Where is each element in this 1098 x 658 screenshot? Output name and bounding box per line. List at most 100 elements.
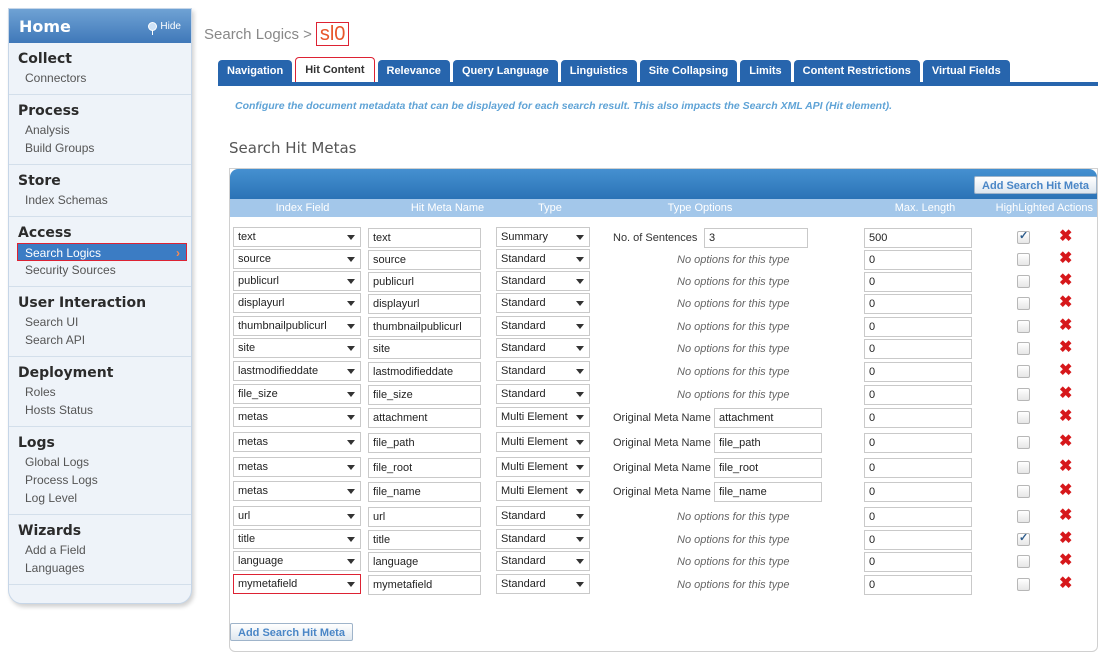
index-field-select[interactable]: file_size (233, 384, 361, 404)
delete-icon[interactable]: ✖ (1059, 433, 1072, 451)
sidebar-item-security-sources[interactable]: Security Sources (9, 261, 191, 279)
hit-meta-name-input[interactable]: site (368, 339, 481, 359)
max-length-input[interactable]: 0 (864, 408, 972, 428)
sidebar-item-search-ui[interactable]: Search UI (9, 313, 191, 331)
type-select[interactable]: Multi Element (496, 481, 590, 501)
index-field-select[interactable]: metas (233, 481, 361, 501)
index-field-select[interactable]: language (233, 551, 361, 571)
max-length-input[interactable]: 0 (864, 362, 972, 382)
delete-icon[interactable]: ✖ (1059, 575, 1072, 593)
sidebar-item-languages[interactable]: Languages (9, 559, 191, 577)
index-field-select[interactable]: mymetafield (233, 574, 361, 594)
type-select[interactable]: Standard (496, 361, 590, 381)
sidebar-item-build-groups[interactable]: Build Groups (9, 139, 191, 157)
highlighted-checkbox[interactable] (1017, 485, 1030, 498)
type-select[interactable]: Standard (496, 506, 590, 526)
sidebar-item-log-level[interactable]: Log Level (9, 489, 191, 507)
highlighted-checkbox[interactable] (1017, 253, 1030, 266)
type-select[interactable]: Standard (496, 249, 590, 269)
max-length-input[interactable]: 0 (864, 507, 972, 527)
delete-icon[interactable]: ✖ (1059, 272, 1072, 290)
highlighted-checkbox[interactable] (1017, 275, 1030, 288)
highlighted-checkbox[interactable] (1017, 555, 1030, 568)
type-select[interactable]: Standard (496, 338, 590, 358)
index-field-select[interactable]: title (233, 529, 361, 549)
index-field-select[interactable]: site (233, 338, 361, 358)
delete-icon[interactable]: ✖ (1059, 530, 1072, 548)
type-select[interactable]: Standard (496, 551, 590, 571)
sidebar-item-add-a-field[interactable]: Add a Field (9, 541, 191, 559)
type-select[interactable]: Standard (496, 316, 590, 336)
hit-meta-name-input[interactable]: displayurl (368, 294, 481, 314)
tab-content-restrictions[interactable]: Content Restrictions (793, 60, 920, 82)
hit-meta-name-input[interactable]: file_name (368, 482, 481, 502)
index-field-select[interactable]: source (233, 249, 361, 269)
max-length-input[interactable]: 0 (864, 433, 972, 453)
highlighted-checkbox[interactable] (1017, 365, 1030, 378)
max-length-input[interactable]: 0 (864, 482, 972, 502)
sidebar-item-process-logs[interactable]: Process Logs (9, 471, 191, 489)
type-select[interactable]: Standard (496, 574, 590, 594)
max-length-input[interactable]: 0 (864, 385, 972, 405)
highlighted-checkbox[interactable] (1017, 510, 1030, 523)
type-select[interactable]: Standard (496, 293, 590, 313)
sidebar-item-roles[interactable]: Roles (9, 383, 191, 401)
tab-query-language[interactable]: Query Language (452, 60, 558, 82)
highlighted-checkbox[interactable] (1017, 320, 1030, 333)
tab-linguistics[interactable]: Linguistics (560, 60, 637, 82)
max-length-input[interactable]: 0 (864, 272, 972, 292)
highlighted-checkbox[interactable] (1017, 229, 1030, 244)
sidebar-item-hosts-status[interactable]: Hosts Status (9, 401, 191, 419)
hit-meta-name-input[interactable]: lastmodifieddate (368, 362, 481, 382)
max-length-input[interactable]: 500 (864, 228, 972, 248)
hit-meta-name-input[interactable]: thumbnailpublicurl (368, 317, 481, 337)
delete-icon[interactable]: ✖ (1059, 294, 1072, 312)
tab-navigation[interactable]: Navigation (218, 60, 293, 82)
index-field-select[interactable]: thumbnailpublicurl (233, 316, 361, 336)
max-length-input[interactable]: 0 (864, 552, 972, 572)
highlighted-checkbox[interactable] (1017, 342, 1030, 355)
max-length-input[interactable]: 0 (864, 317, 972, 337)
hit-meta-name-input[interactable]: language (368, 552, 481, 572)
delete-icon[interactable]: ✖ (1059, 228, 1072, 246)
index-field-select[interactable]: metas (233, 407, 361, 427)
index-field-select[interactable]: url (233, 506, 361, 526)
hit-meta-name-input[interactable]: publicurl (368, 272, 481, 292)
delete-icon[interactable]: ✖ (1059, 362, 1072, 380)
hit-meta-name-input[interactable]: file_root (368, 458, 481, 478)
sidebar-item-search-api[interactable]: Search API (9, 331, 191, 349)
delete-icon[interactable]: ✖ (1059, 552, 1072, 570)
type-select[interactable]: Multi Element (496, 407, 590, 427)
highlighted-checkbox[interactable] (1017, 531, 1030, 546)
hide-sidebar-button[interactable]: Hide (148, 21, 181, 35)
highlighted-checkbox[interactable] (1017, 578, 1030, 591)
max-length-input[interactable]: 0 (864, 458, 972, 478)
hit-meta-name-input[interactable]: attachment (368, 408, 481, 428)
index-field-select[interactable]: text (233, 227, 361, 247)
delete-icon[interactable]: ✖ (1059, 507, 1072, 525)
type-select[interactable]: Multi Element (496, 432, 590, 452)
type-select[interactable]: Multi Element (496, 457, 590, 477)
hit-meta-name-input[interactable]: source (368, 250, 481, 270)
sidebar-item-analysis[interactable]: Analysis (9, 121, 191, 139)
add-search-hit-meta-button[interactable]: Add Search Hit Meta (974, 176, 1097, 194)
highlighted-checkbox[interactable] (1017, 436, 1030, 449)
type-option-input[interactable]: file_root (714, 458, 822, 478)
tab-hit-content[interactable]: Hit Content (295, 57, 375, 82)
add-search-hit-meta-bottom-button[interactable]: Add Search Hit Meta (230, 623, 353, 641)
type-select[interactable]: Summary (496, 227, 590, 247)
breadcrumb-parent[interactable]: Search Logics (204, 26, 299, 43)
max-length-input[interactable]: 0 (864, 530, 972, 550)
home-link[interactable]: Home (19, 17, 71, 36)
max-length-input[interactable]: 0 (864, 575, 972, 595)
index-field-select[interactable]: displayurl (233, 293, 361, 313)
index-field-select[interactable]: lastmodifieddate (233, 361, 361, 381)
hit-meta-name-input[interactable]: file_path (368, 433, 481, 453)
tab-site-collapsing[interactable]: Site Collapsing (639, 60, 738, 82)
sidebar-item-index-schemas[interactable]: Index Schemas (9, 191, 191, 209)
index-field-select[interactable]: publicurl (233, 271, 361, 291)
type-option-input[interactable]: file_name (714, 482, 822, 502)
highlighted-checkbox[interactable] (1017, 411, 1030, 424)
max-length-input[interactable]: 0 (864, 294, 972, 314)
tab-relevance[interactable]: Relevance (377, 60, 450, 82)
